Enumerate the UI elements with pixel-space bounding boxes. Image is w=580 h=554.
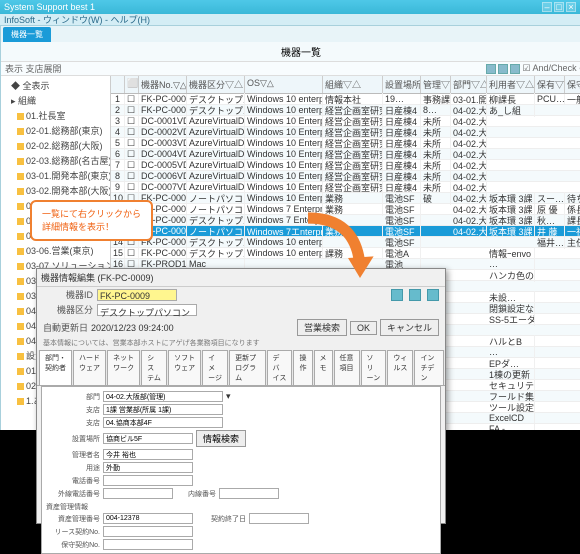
expire-field[interactable]	[249, 513, 309, 524]
column-header[interactable]: 保有▽△	[535, 76, 565, 93]
autodate-value: 2020/12/23 09:24:00	[91, 323, 174, 333]
dialog-tab[interactable]: ハードウェア	[73, 350, 106, 385]
column-header[interactable]: 部門▽△	[451, 76, 487, 93]
column-header[interactable]: OS▽△	[245, 76, 323, 93]
list-title: 機器一覧	[1, 42, 580, 62]
ok-button[interactable]: OK	[350, 321, 377, 335]
maint-field[interactable]	[103, 539, 193, 550]
dialog-tab[interactable]: インチデン	[414, 350, 444, 385]
tel-field[interactable]	[103, 475, 193, 486]
ext-tel-field[interactable]	[103, 488, 173, 499]
titlebar: System Support best 1 – □ ×	[0, 0, 580, 14]
columns-icon[interactable]	[498, 64, 508, 74]
asset-no-field[interactable]	[103, 513, 193, 524]
search-button[interactable]: 営業検索	[297, 319, 347, 336]
dialog-tab[interactable]: 任意項目	[334, 350, 360, 385]
dialog-tab[interactable]: 部門・契約者	[39, 350, 72, 385]
dialog-note: 基本情報については、営業本部ホストにアゲげ各業務項目になります	[37, 338, 445, 348]
filter-icon[interactable]	[486, 64, 496, 74]
annotation-arrow	[300, 210, 380, 290]
menubar[interactable]: InfoSoft - ウィンドウ(W) - ヘルプ(H)	[0, 14, 580, 26]
column-header[interactable]: 利用者▽△	[487, 76, 535, 93]
detail-dialog: 機器情報編集 (FK-PC-0009) 機器ID FK-PC-0009 機器区分…	[36, 268, 446, 524]
dept-field[interactable]	[103, 391, 223, 402]
column-header[interactable]: ⬜	[125, 76, 139, 93]
int-tel-field[interactable]	[219, 488, 279, 499]
use-field[interactable]	[103, 462, 193, 473]
tab-row: 機器一覧	[1, 26, 580, 42]
tree-node[interactable]: 03-06.営業(東京)	[3, 243, 108, 258]
dialog-body: 部門▾ 支店 支店 設置場所情報検索 管理者名 用途 電話番号 外線電話番号内線…	[41, 386, 441, 554]
sub-field[interactable]	[103, 404, 223, 415]
annotation-callout: 一覧にて右クリックから 詳細情報を表示！	[30, 200, 153, 241]
tree-node[interactable]: 02-02.総務部(大阪)	[3, 138, 108, 153]
export-icon[interactable]	[510, 64, 520, 74]
dialog-title: 機器情報編集 (FK-PC-0009)	[37, 269, 445, 287]
list-toolbar: 表示 支店展開 ☑ And/Check ○ Or	[1, 62, 580, 76]
column-header[interactable]: 機器区分▽△	[187, 76, 245, 93]
device-id-field[interactable]: FK-PC-0009	[97, 289, 177, 301]
autodate-label: 自動更新日	[43, 321, 88, 334]
manager-field[interactable]	[103, 449, 193, 460]
grid-header: ⬜機器No.▽△機器区分▽△OS▽△組織▽△設置場所▽△管理▽△部門▽△利用者▽…	[111, 76, 580, 94]
tree-node[interactable]: 02-01.総務部(東京)	[3, 123, 108, 138]
tree-node[interactable]: 01.社長室	[3, 108, 108, 123]
cancel-button[interactable]: キャンセル	[380, 319, 439, 336]
column-header[interactable]: 保守	[565, 76, 580, 93]
column-header[interactable]: 管理▽△	[421, 76, 451, 93]
tree-node[interactable]: 03-02.開発本部(大阪)	[3, 183, 108, 198]
dialog-tab[interactable]: メモ	[314, 350, 333, 385]
tree-node[interactable]: 02-03.総務部(名古屋)	[3, 153, 108, 168]
dialog-tab[interactable]: イメージ	[202, 350, 228, 385]
max-button[interactable]: □	[554, 2, 564, 12]
tree-org[interactable]: ▸ 組織	[3, 93, 108, 108]
tree-root[interactable]: ◆ 全表示	[3, 78, 108, 93]
column-header[interactable]	[111, 76, 125, 93]
loc-field[interactable]	[103, 417, 223, 428]
dialog-tab[interactable]: ソリーン	[361, 350, 387, 385]
lease-field[interactable]	[103, 526, 193, 537]
dialog-tab[interactable]: ウィルス	[387, 350, 413, 385]
dialog-tabs: 部門・契約者ハードウェアネットワークシステムソフトウェアイメージ更新プログラムデ…	[37, 350, 445, 386]
tree-node[interactable]: 03-01.開発本部(東京)	[3, 168, 108, 183]
dialog-tab[interactable]: 操作	[293, 350, 312, 385]
dialog-tab[interactable]: 更新プログラム	[229, 350, 265, 385]
device-type-label: 機器区分	[43, 303, 93, 316]
min-button[interactable]: –	[542, 2, 552, 12]
dialog-tab[interactable]: ソフトウェア	[168, 350, 201, 385]
dialog-tab[interactable]: ネットワーク	[107, 350, 140, 385]
app-title: System Support best 1	[4, 2, 95, 12]
monitor-icon	[409, 289, 421, 301]
pc-icon	[391, 289, 403, 301]
toolbar-view-label: 表示 支店展開	[5, 62, 62, 75]
area-search-button[interactable]: 情報検索	[196, 430, 246, 447]
close-button[interactable]: ×	[566, 2, 576, 12]
column-header[interactable]: 機器No.▽△	[139, 76, 187, 93]
asset-section: 資産管理情報	[46, 502, 436, 512]
device-type-field[interactable]: デスクトップパソコン	[97, 304, 197, 316]
dialog-tab[interactable]: システム	[141, 350, 167, 385]
network-icon	[427, 289, 439, 301]
column-header[interactable]: 設置場所▽△	[383, 76, 421, 93]
toolbar-logic[interactable]: ☑ And/Check ○ Or	[522, 63, 580, 74]
device-id-label: 機器ID	[43, 288, 93, 301]
dialog-tab[interactable]: デバイス	[267, 350, 293, 385]
column-header[interactable]: 組織▽△	[323, 76, 383, 93]
area-field[interactable]	[103, 433, 193, 444]
tab-device-list[interactable]: 機器一覧	[3, 27, 51, 42]
